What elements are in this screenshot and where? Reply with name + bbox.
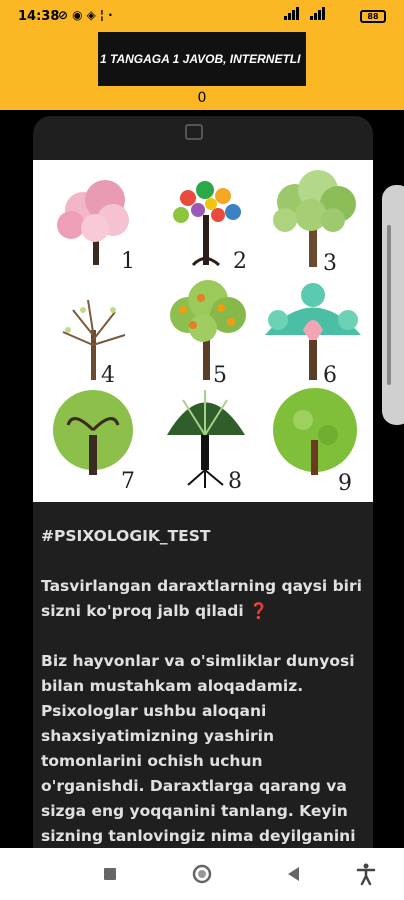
navigation-bar [0,848,404,900]
edge-panel-bar [387,225,391,385]
tree-label-8: 8 [228,469,242,494]
tree-6: 6 [265,283,361,388]
marquee-ad[interactable]: 1 TANGAGA 1 JAVOB, INTERNETLI [98,32,306,86]
tree-9: 9 [273,388,357,496]
post-hashtag[interactable]: #PSIXOLOGIK_TEST [41,524,367,549]
card-handle-icon [185,124,203,140]
battery-icon: 88 [360,10,386,23]
tree-3: 3 [273,170,356,276]
tree-4: 4 [62,299,126,388]
square-icon [104,868,116,880]
tree-label-2: 2 [233,249,247,274]
coin-counter: 0 [197,90,207,106]
back-button[interactable] [282,862,306,886]
post-body: Biz hayvonlar va o'simliklar dunyosi bil… [41,652,356,845]
post-card[interactable]: 1 2 3 4 5 6 7 8 9 #PSIXOLOGIK_TEST Tasvi… [33,116,373,856]
tree-2: 2 [173,181,247,274]
tree-label-4: 4 [101,363,115,388]
recents-button[interactable] [98,862,122,886]
status-icons: ⊘◉◈¦· [58,8,117,22]
vpn-icon: ◈ [86,8,100,22]
tree-label-7: 7 [121,469,135,494]
edge-panel-handle[interactable] [382,185,404,425]
tree-8: 8 [167,390,245,494]
status-bar: 14:38 ⊘◉◈¦· 88 [0,0,404,32]
tree-label-1: 1 [121,249,135,274]
marquee-text: 1 TANGAGA 1 JAVOB, INTERNETLI [100,52,301,66]
circle-icon [192,864,212,884]
tree-5: 5 [170,280,246,388]
usb-icon: ¦ [99,8,109,22]
cell-signal-icon [284,7,325,20]
post-text: #PSIXOLOGIK_TEST Tasvirlangan daraxtlarn… [41,524,367,856]
signal-icons [284,7,334,24]
tree-1: 1 [57,180,135,274]
status-time: 14:38 [18,9,60,24]
telegram-icon: ◉ [72,8,87,22]
tree-label-5: 5 [213,363,227,388]
post-question: Tasvirlangan daraxtlarning qaysi biri si… [41,577,362,620]
data-saver-icon: ⊘ [58,8,73,22]
back-triangle-icon [288,867,299,881]
tree-label-6: 6 [323,363,337,388]
trees-image: 1 2 3 4 5 6 7 8 9 [53,170,361,496]
dot-icon: · [108,8,117,22]
banner: 1 TANGAGA 1 JAVOB, INTERNETLI 0 [0,32,404,110]
tree-label-3: 3 [323,251,337,276]
tree-7: 7 [53,390,135,494]
accessibility-button[interactable] [354,862,378,886]
accessibility-icon [356,863,376,886]
post-image[interactable]: 1 2 3 4 5 6 7 8 9 [33,160,373,502]
tree-label-9: 9 [338,471,352,496]
home-button[interactable] [190,862,214,886]
